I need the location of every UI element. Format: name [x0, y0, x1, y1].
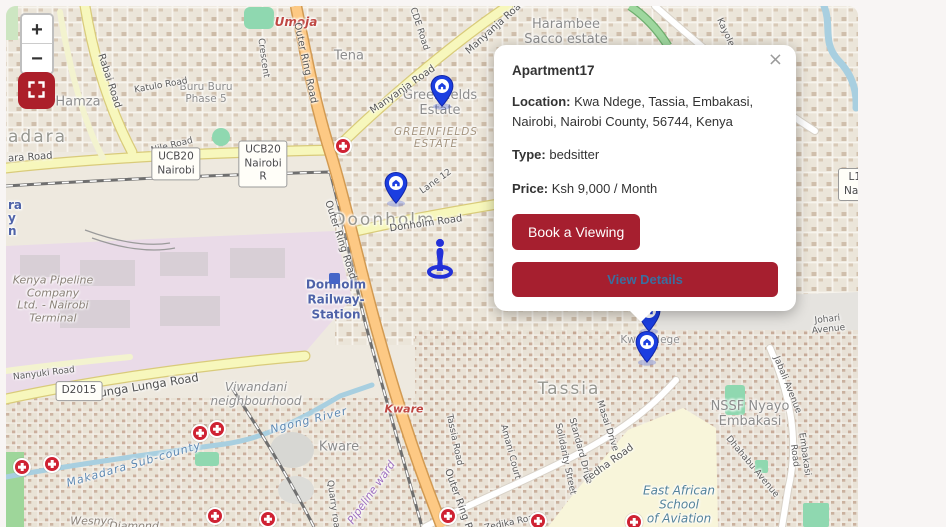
zoom-out-button[interactable]: − — [22, 44, 52, 73]
price-label: Price: — [512, 181, 548, 196]
marker-apartment-kwa-ndege-2[interactable] — [634, 330, 661, 366]
type-label: Type: — [512, 147, 546, 162]
medical-plus-icon — [625, 513, 643, 527]
location-label: Location: — [512, 94, 571, 109]
fullscreen-icon — [28, 81, 45, 101]
popup-location: Location: Kwa Ndege, Tassia, Embakasi, N… — [512, 92, 778, 131]
popup-price: Price: Ksh 9,000 / Month — [512, 179, 778, 199]
apartment-popup: × Apartment17 Location: Kwa Ndege, Tassi… — [494, 45, 796, 311]
marker-apartment-greenfields-1[interactable] — [429, 74, 456, 110]
zoom-control: + − — [20, 13, 54, 75]
medical-plus-icon — [191, 424, 209, 442]
medical-plus-icon — [259, 510, 277, 527]
page: HamzaTenaadaraBuru Buru Phase 5Harambee … — [0, 0, 946, 527]
medical-plus-icon — [43, 455, 61, 473]
type-value: bedsitter — [549, 147, 599, 162]
popup-type: Type: bedsitter — [512, 145, 778, 165]
marker-person[interactable] — [422, 237, 458, 279]
zoom-in-button[interactable]: + — [22, 15, 52, 44]
medical-plus-icon — [529, 512, 547, 527]
marker-apartment-greenfields-2[interactable] — [383, 171, 410, 207]
book-viewing-button[interactable]: Book a Viewing — [512, 214, 640, 250]
view-details-button[interactable]: View Details — [512, 262, 778, 297]
popup-title: Apartment17 — [512, 63, 778, 78]
popup-tail — [629, 310, 653, 322]
close-icon[interactable]: × — [762, 48, 789, 71]
medical-plus-icon — [208, 420, 226, 438]
medical-plus-icon — [334, 137, 352, 155]
medical-plus-icon — [439, 507, 457, 525]
medical-plus-icon — [13, 458, 31, 476]
price-value: Ksh 9,000 / Month — [552, 181, 658, 196]
railway-station-icon — [329, 273, 340, 284]
map[interactable]: HamzaTenaadaraBuru Buru Phase 5Harambee … — [6, 6, 858, 527]
fullscreen-button[interactable] — [18, 72, 55, 109]
medical-plus-icon — [206, 507, 224, 525]
